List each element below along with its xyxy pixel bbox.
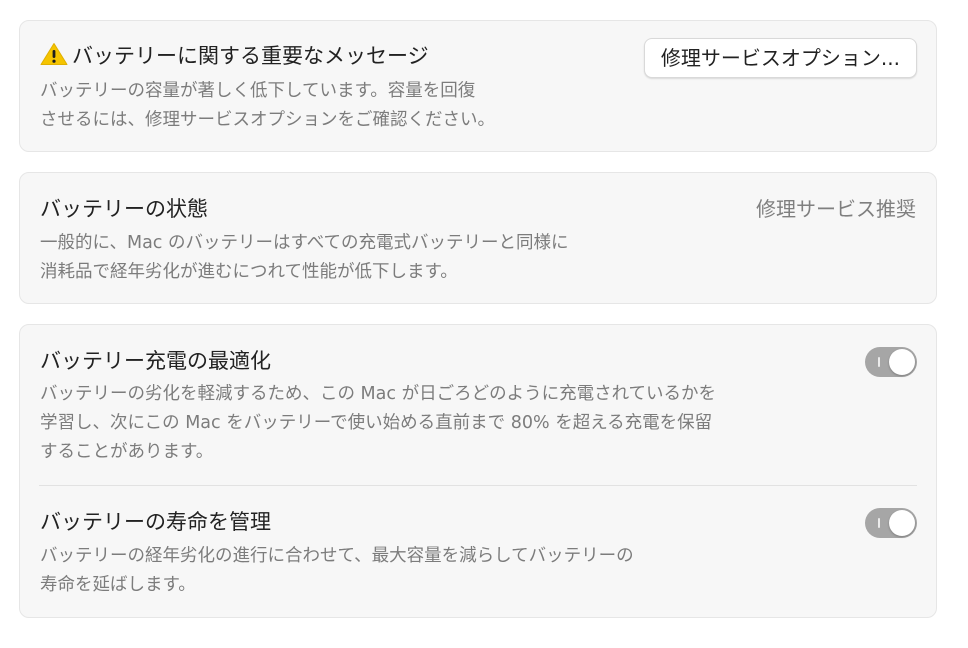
- toggle-knob: [889, 510, 915, 536]
- manage-lifespan-toggle[interactable]: [865, 508, 917, 538]
- optimized-charging-row: バッテリー充電の最適化 バッテリーの劣化を軽減するため、この Mac が日ごろど…: [20, 325, 936, 485]
- battery-warning-description-line1: バッテリーの容量が著しく低下しています。容量を回復: [40, 81, 476, 101]
- manage-lifespan-description-line2: 寿命を延ばします。: [40, 575, 196, 595]
- battery-warning-card: バッテリーに関する重要なメッセージ バッテリーの容量が著しく低下しています。容量…: [19, 20, 937, 152]
- optimized-charging-description-line2: 学習し、次にこの Mac をバッテリーで使い始める直前まで 80% を超える充電…: [40, 413, 713, 433]
- battery-settings-card: バッテリー充電の最適化 バッテリーの劣化を軽減するため、この Mac が日ごろど…: [19, 324, 937, 618]
- battery-health-title: バッテリーの状態: [40, 197, 208, 221]
- toggle-knob: [889, 349, 915, 375]
- battery-warning-title-text: バッテリーに関する重要なメッセージ: [72, 44, 429, 68]
- manage-lifespan-row: バッテリーの寿命を管理 バッテリーの経年劣化の進行に合わせて、最大容量を減らして…: [20, 486, 936, 618]
- battery-health-description-line1: 一般的に、Mac のバッテリーはすべての充電式バッテリーと同様に: [40, 233, 569, 253]
- optimized-charging-title: バッテリー充電の最適化: [40, 349, 271, 373]
- toggle-on-indicator-icon: [878, 357, 880, 367]
- battery-health-status: 修理サービス推奨: [756, 197, 916, 221]
- battery-warning-title: バッテリーに関する重要なメッセージ: [40, 42, 429, 70]
- manage-lifespan-title: バッテリーの寿命を管理: [40, 510, 271, 534]
- optimized-charging-description-line3: することがあります。: [40, 442, 214, 462]
- warning-triangle-icon: [40, 43, 68, 65]
- battery-warning-description-line2: させるには、修理サービスオプションをご確認ください。: [40, 110, 495, 130]
- battery-health-description-line2: 消耗品で経年劣化が進むにつれて性能が低下します。: [40, 262, 458, 282]
- battery-health-card: バッテリーの状態 修理サービス推奨 一般的に、Mac のバッテリーはすべての充電…: [19, 172, 937, 304]
- manage-lifespan-description-line1: バッテリーの経年劣化の進行に合わせて、最大容量を減らしてバッテリーの: [40, 546, 634, 566]
- repair-service-options-button[interactable]: 修理サービスオプション...: [643, 38, 917, 78]
- optimized-charging-toggle[interactable]: [865, 347, 917, 377]
- optimized-charging-description-line1: バッテリーの劣化を軽減するため、この Mac が日ごろどのように充電されているか…: [40, 384, 717, 404]
- toggle-on-indicator-icon: [878, 518, 880, 528]
